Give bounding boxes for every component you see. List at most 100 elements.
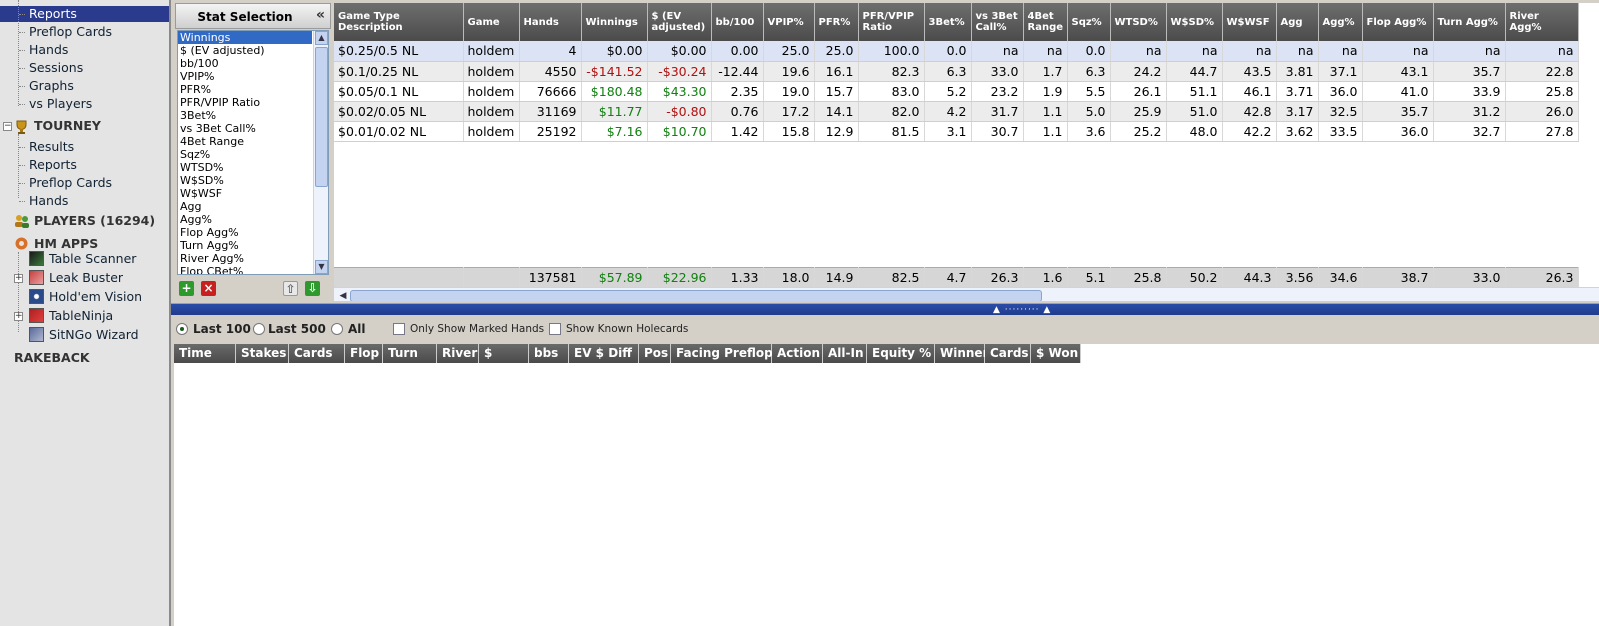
stat-item[interactable]: Agg%	[178, 213, 312, 226]
hands-column-header[interactable]: Facing Preflop	[671, 344, 773, 363]
column-header[interactable]: W$WSF	[1222, 3, 1277, 41]
table-row[interactable]: $0.1/0.25 NL holdem 4550 -$141.52 -$30.24 -12…	[334, 61, 1579, 82]
column-header[interactable]: W$SD%	[1166, 3, 1223, 41]
column-header[interactable]: vs 3Bet Call%	[971, 3, 1024, 41]
stat-item[interactable]: W$SD%	[178, 174, 312, 187]
panel-splitter[interactable]: ▲ ········· ▲	[171, 303, 1599, 315]
column-header[interactable]: Sqz%	[1067, 3, 1111, 41]
stat-list-scrollbar[interactable]: ▲ ▼	[313, 31, 328, 274]
nav-cash-graphs[interactable]: Graphs	[29, 78, 74, 93]
column-header[interactable]: Game Type Description	[334, 3, 464, 41]
stat-item[interactable]: Winnings	[178, 31, 312, 44]
column-header[interactable]: 4Bet Range	[1023, 3, 1068, 41]
hands-column-header[interactable]: Action	[772, 344, 823, 363]
collapse-panel-icon[interactable]: «	[316, 7, 325, 23]
nav-cash-sessions[interactable]: Sessions	[29, 60, 83, 75]
column-header[interactable]: Winnings	[581, 3, 648, 41]
column-header[interactable]: 3Bet%	[924, 3, 972, 41]
remove-stat-icon[interactable]: ×	[201, 281, 216, 296]
horizontal-scroll-thumb[interactable]	[350, 290, 1042, 301]
move-up-icon[interactable]: ⇧	[283, 281, 298, 296]
hands-column-header[interactable]: EV $ Diff	[569, 344, 639, 363]
tableninja-expand-icon[interactable]: +	[14, 312, 23, 321]
nav-app-table-scanner[interactable]: Table Scanner	[49, 251, 136, 266]
stat-item[interactable]: W$WSF	[178, 187, 312, 200]
nav-tourney-hands[interactable]: Hands	[29, 193, 68, 208]
stat-item[interactable]: PFR/VPIP Ratio	[178, 96, 312, 109]
column-header[interactable]: River Agg%	[1505, 3, 1579, 41]
column-header[interactable]: Agg%	[1318, 3, 1363, 41]
column-header[interactable]: Flop Agg%	[1362, 3, 1434, 41]
stat-item[interactable]: $ (EV adjusted)	[178, 44, 312, 57]
stat-item[interactable]: bb/100	[178, 57, 312, 70]
nav-cash-vs-players[interactable]: vs Players	[29, 96, 92, 111]
stat-item[interactable]: Flop CBet%	[178, 265, 312, 274]
nav-hm-apps-heading[interactable]: HM APPS	[34, 236, 98, 251]
column-header[interactable]: Turn Agg%	[1433, 3, 1506, 41]
scroll-left-icon[interactable]: ◀	[336, 289, 350, 301]
column-header[interactable]: Agg	[1276, 3, 1319, 41]
show-known-holecards-label[interactable]: Show Known Holecards	[566, 323, 688, 335]
nav-rakeback-heading[interactable]: RAKEBACK	[14, 350, 90, 365]
last-100-label[interactable]: Last 100	[193, 322, 251, 336]
hands-column-header[interactable]: River	[437, 344, 479, 363]
nav-app-tableninja[interactable]: TableNinja	[49, 308, 113, 323]
hands-column-header[interactable]: $ Won	[1031, 344, 1081, 363]
stat-item[interactable]: Flop Agg%	[178, 226, 312, 239]
tourney-collapse-icon[interactable]: −	[3, 122, 12, 131]
show-known-holecards-checkbox[interactable]	[549, 323, 561, 335]
hands-column-header[interactable]: Cards	[985, 344, 1031, 363]
hands-column-header[interactable]: Pos	[639, 344, 671, 363]
nav-tourney-reports[interactable]: Reports	[29, 157, 77, 172]
stat-list[interactable]: Winnings $ (EV adjusted) bb/100 VPIP% PF…	[177, 30, 329, 275]
scroll-down-icon[interactable]: ▼	[315, 260, 328, 274]
nav-app-leak-buster[interactable]: Leak Buster	[49, 270, 123, 285]
column-header[interactable]: VPIP%	[763, 3, 815, 41]
hands-column-header[interactable]: All-In	[823, 344, 867, 363]
column-header[interactable]: bb/100	[711, 3, 764, 41]
hands-column-header[interactable]: Equity %	[867, 344, 935, 363]
last-100-radio[interactable]	[176, 323, 188, 335]
stat-item[interactable]: PFR%	[178, 83, 312, 96]
stat-item[interactable]: 3Bet%	[178, 109, 312, 122]
last-500-label[interactable]: Last 500	[268, 322, 326, 336]
nav-tourney-preflop-cards[interactable]: Preflop Cards	[29, 175, 112, 190]
stat-item[interactable]: Sqz%	[178, 148, 312, 161]
stat-item[interactable]: 4Bet Range	[178, 135, 312, 148]
hands-column-header[interactable]: Winner	[935, 344, 989, 363]
table-row[interactable]: $0.02/0.05 NL holdem 31169 $11.77 -$0.80 0.76…	[334, 101, 1579, 122]
nav-app-sitngo-wizard[interactable]: SitNGo Wizard	[49, 327, 139, 342]
add-stat-icon[interactable]: +	[179, 281, 194, 296]
table-row[interactable]: $0.01/0.02 NL holdem 25192 $7.16 $10.70 1.42 1…	[334, 121, 1579, 142]
column-header[interactable]: WTSD%	[1110, 3, 1167, 41]
column-header[interactable]: Game	[463, 3, 520, 41]
move-down-icon[interactable]: ⇩	[305, 281, 320, 296]
stat-item[interactable]: Agg	[178, 200, 312, 213]
leak-buster-expand-icon[interactable]: +	[14, 274, 23, 283]
hands-column-header[interactable]: Cards	[289, 344, 345, 363]
nav-tourney-heading[interactable]: TOURNEY	[34, 118, 101, 133]
stat-item[interactable]: River Agg%	[178, 252, 312, 265]
only-marked-hands-label[interactable]: Only Show Marked Hands	[410, 323, 544, 335]
column-header[interactable]: PFR/VPIP Ratio	[858, 3, 925, 41]
column-header[interactable]: Hands	[519, 3, 582, 41]
last-500-radio[interactable]	[253, 323, 265, 335]
horizontal-scrollbar[interactable]: ◀	[334, 287, 1599, 301]
nav-cash-hands[interactable]: Hands	[29, 42, 68, 57]
stat-item[interactable]: WTSD%	[178, 161, 312, 174]
column-header[interactable]: $ (EV adjusted)	[647, 3, 712, 41]
table-row[interactable]: $0.25/0.5 NL holdem 4 $0.00 $0.00 0.00 25.0 25.…	[334, 41, 1579, 62]
nav-cash-preflop-cards[interactable]: Preflop Cards	[29, 24, 112, 39]
nav-app-holdem-vision[interactable]: Hold'em Vision	[49, 289, 142, 304]
all-label[interactable]: All	[348, 322, 366, 336]
stat-item[interactable]: vs 3Bet Call%	[178, 122, 312, 135]
scroll-thumb[interactable]	[315, 47, 328, 187]
splitter-grip-icon[interactable]: ▲ ········· ▲	[993, 305, 1051, 315]
table-row[interactable]: $0.05/0.1 NL holdem 76666 $180.48 $43.30 2.35…	[334, 81, 1579, 102]
stat-item[interactable]: Turn Agg%	[178, 239, 312, 252]
nav-tourney-results[interactable]: Results	[29, 139, 74, 154]
hands-column-header[interactable]: $	[479, 344, 529, 363]
all-radio[interactable]	[331, 323, 343, 335]
nav-cash-reports[interactable]: Reports	[29, 6, 77, 21]
hands-column-header[interactable]: Time	[174, 344, 236, 363]
